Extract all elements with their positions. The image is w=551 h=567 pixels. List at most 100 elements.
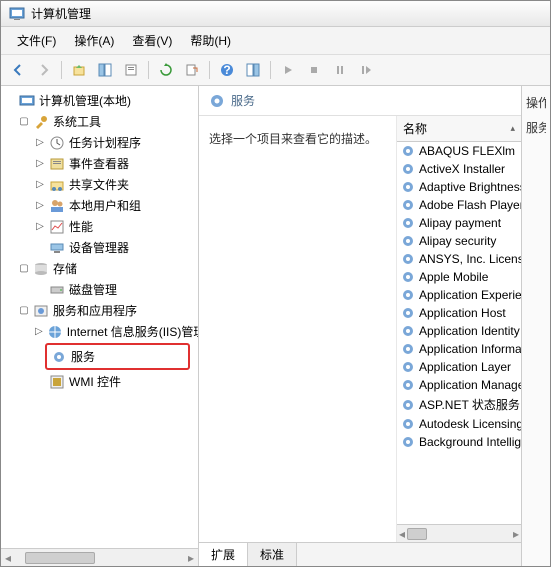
expand-icon[interactable]: ▷ (35, 221, 45, 232)
tree-root[interactable]: 计算机管理(本地) (1, 90, 198, 111)
gear-icon (401, 216, 415, 230)
actions-service[interactable]: 服务 (526, 115, 546, 140)
export-button[interactable] (181, 59, 203, 81)
expand-icon[interactable]: ▷ (35, 326, 43, 337)
service-row[interactable]: Application Host (397, 304, 521, 322)
collapse-icon[interactable]: ▢ (19, 263, 29, 274)
service-row[interactable]: ActiveX Installer (397, 160, 521, 178)
menu-file[interactable]: 文件(F) (9, 29, 64, 52)
list-hscroll[interactable]: ◂ ▸ (397, 524, 521, 542)
tree-shared-folders[interactable]: ▷ 共享文件夹 (1, 174, 198, 195)
scroll-thumb[interactable] (407, 528, 427, 540)
stop-button[interactable] (303, 59, 325, 81)
tree-label: 事件查看器 (69, 155, 129, 172)
service-row[interactable]: Alipay security (397, 232, 521, 250)
service-row[interactable]: Application Layer (397, 358, 521, 376)
scroll-right-icon[interactable]: ▸ (513, 527, 519, 541)
tree-label: 本地用户和组 (69, 197, 141, 214)
service-list[interactable]: ABAQUS FLEXlmActiveX InstallerAdaptive B… (397, 142, 521, 524)
tree-wmi[interactable]: WMI 控件 (1, 371, 198, 392)
scroll-left-icon[interactable]: ◂ (399, 527, 405, 541)
restart-button[interactable] (355, 59, 377, 81)
service-name: Application Identity (419, 324, 520, 338)
tree-services-apps[interactable]: ▢ 服务和应用程序 (1, 300, 198, 321)
window-title: 计算机管理 (31, 5, 91, 22)
tree-label: 服务和应用程序 (53, 302, 137, 319)
service-row[interactable]: Background Intelligent (397, 433, 521, 451)
tree-label: 服务 (71, 348, 95, 365)
gear-icon (401, 378, 415, 392)
computer-icon (19, 93, 35, 109)
help-button[interactable]: ? (216, 59, 238, 81)
expand-icon[interactable]: ▷ (35, 137, 45, 148)
service-row[interactable]: Application Experience (397, 286, 521, 304)
tree-services[interactable]: 服务 (49, 346, 186, 367)
up-button[interactable] (68, 59, 90, 81)
scroll-right-icon[interactable]: ▸ (188, 551, 194, 565)
tab-extended[interactable]: 扩展 (198, 543, 248, 566)
toolbar: ? (1, 55, 550, 86)
service-row[interactable]: Application Management (397, 376, 521, 394)
service-name: Application Experience (419, 288, 521, 302)
service-row[interactable]: Apple Mobile (397, 268, 521, 286)
separator (270, 61, 271, 79)
description-column: 选择一个项目来查看它的描述。 (199, 116, 396, 542)
tree-device-manager[interactable]: 设备管理器 (1, 237, 198, 258)
service-row[interactable]: ANSYS, Inc. License (397, 250, 521, 268)
service-row[interactable]: Adobe Flash Player (397, 196, 521, 214)
expand-icon[interactable]: ▷ (35, 200, 45, 211)
tree-task-scheduler[interactable]: ▷ 任务计划程序 (1, 132, 198, 153)
service-row[interactable]: Application Identity (397, 322, 521, 340)
tree-storage[interactable]: ▢ 存储 (1, 258, 198, 279)
service-row[interactable]: Autodesk Licensing (397, 415, 521, 433)
list-header-name[interactable]: 名称 ▴ (397, 116, 521, 142)
show-hide-tree-button[interactable] (94, 59, 116, 81)
share-icon (49, 177, 65, 193)
service-name: Alipay payment (419, 216, 501, 230)
service-list-column: 名称 ▴ ABAQUS FLEXlmActiveX InstallerAdapt… (396, 116, 521, 542)
refresh-button[interactable] (155, 59, 177, 81)
action-pane-button[interactable] (242, 59, 264, 81)
service-name: Application Information (419, 342, 521, 356)
tree-label: Internet 信息服务(IIS)管理器 (67, 323, 199, 340)
service-row[interactable]: Adaptive Brightness (397, 178, 521, 196)
properties-button[interactable] (120, 59, 142, 81)
storage-icon (33, 261, 49, 277)
expand-icon[interactable]: ▷ (35, 179, 45, 190)
pause-button[interactable] (329, 59, 351, 81)
gear-icon (401, 198, 415, 212)
scroll-thumb[interactable] (25, 552, 95, 564)
forward-button[interactable] (33, 59, 55, 81)
back-button[interactable] (7, 59, 29, 81)
service-row[interactable]: ASP.NET 状态服务 (397, 394, 521, 415)
tree-label: 性能 (69, 218, 93, 235)
service-name: ANSYS, Inc. License (419, 252, 521, 266)
tree-disk-management[interactable]: 磁盘管理 (1, 279, 198, 300)
expand-icon[interactable]: ▷ (35, 158, 45, 169)
gear-icon (51, 349, 67, 365)
tree-performance[interactable]: ▷ 性能 (1, 216, 198, 237)
collapse-icon[interactable]: ▢ (19, 305, 29, 316)
menu-action[interactable]: 操作(A) (66, 29, 122, 52)
tree-iis[interactable]: ▷ Internet 信息服务(IIS)管理器 (1, 321, 198, 342)
service-row[interactable]: Alipay payment (397, 214, 521, 232)
collapse-icon[interactable]: ▢ (19, 116, 29, 127)
tree-local-users[interactable]: ▷ 本地用户和组 (1, 195, 198, 216)
center-header: 服务 (199, 86, 521, 116)
tree-label: 计算机管理(本地) (39, 92, 131, 109)
scroll-left-icon[interactable]: ◂ (5, 551, 11, 565)
menu-help[interactable]: 帮助(H) (182, 29, 239, 52)
perf-icon (49, 219, 65, 235)
tree-hscroll[interactable]: ◂ ▸ (1, 548, 198, 566)
play-button[interactable] (277, 59, 299, 81)
gear-icon (401, 306, 415, 320)
gear-icon (401, 324, 415, 338)
tree-event-viewer[interactable]: ▷ 事件查看器 (1, 153, 198, 174)
tree-system-tools[interactable]: ▢ 系统工具 (1, 111, 198, 132)
gear-icon (401, 417, 415, 431)
service-row[interactable]: Application Information (397, 340, 521, 358)
service-row[interactable]: ABAQUS FLEXlm (397, 142, 521, 160)
tab-standard[interactable]: 标准 (247, 543, 297, 566)
gear-icon (401, 144, 415, 158)
menu-view[interactable]: 查看(V) (124, 29, 180, 52)
